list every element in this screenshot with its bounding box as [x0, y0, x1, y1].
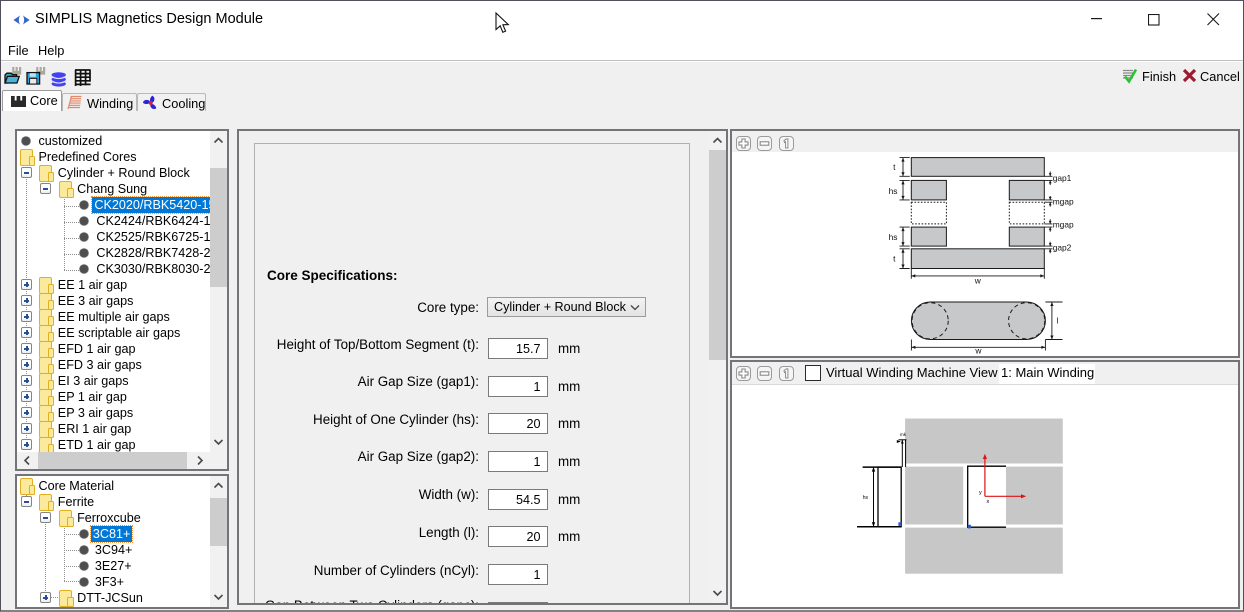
svg-text:t: t — [893, 254, 896, 264]
svg-text:hs: hs — [889, 186, 898, 196]
svg-text:t: t — [893, 162, 896, 172]
svg-text:mgap: mgap — [1053, 197, 1074, 207]
svg-text:mk: mk — [900, 432, 907, 437]
svg-text:y: y — [979, 490, 982, 496]
svg-text:mgap: mgap — [1053, 220, 1074, 230]
svg-text:w: w — [974, 276, 982, 286]
svg-text:w: w — [974, 346, 982, 356]
svg-text:hs: hs — [863, 495, 869, 501]
svg-text:l: l — [1057, 316, 1059, 326]
svg-text:gap1: gap1 — [1053, 173, 1072, 183]
svg-text:x: x — [987, 499, 990, 505]
svg-text:hs: hs — [889, 232, 898, 242]
svg-text:gap2: gap2 — [1053, 242, 1072, 252]
